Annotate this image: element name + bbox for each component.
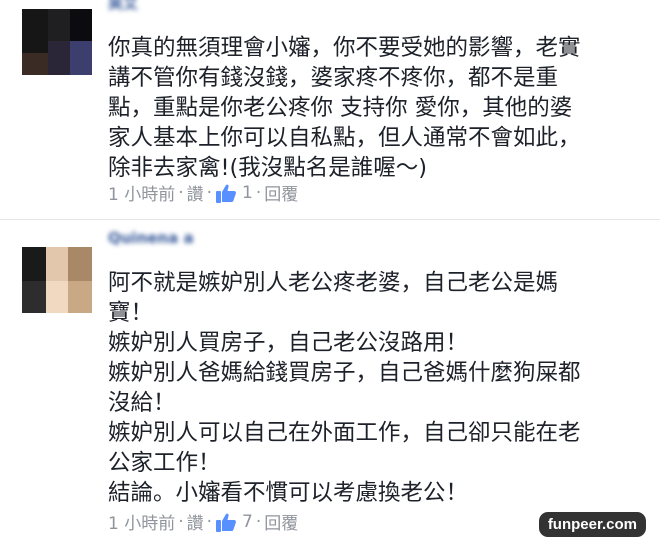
like-count: 7 bbox=[242, 511, 253, 532]
avatar[interactable] bbox=[22, 247, 92, 313]
avatar[interactable] bbox=[22, 9, 92, 75]
comment-line: 點，重點是你老公疼你 支持你 愛你，其他的婆 bbox=[108, 95, 573, 121]
thumbs-up-icon[interactable] bbox=[215, 511, 237, 533]
comment-meta: 1 小時前 · 讚 · 7 · 回覆 bbox=[108, 509, 298, 535]
like-link[interactable]: 讚 bbox=[187, 509, 204, 534]
comment-1: 吴艾 你真的無須理會小嬸，你不要受她的影響，老實 講不管你有錢沒錢，婆家疼不疼你… bbox=[0, 0, 660, 212]
comment-meta: 1 小時前 · 讚 · 1 · 回覆 bbox=[108, 180, 298, 206]
comment-line: 公家工作！ bbox=[108, 450, 221, 476]
comment-line: 嫉妒別人買房子，自己老公沒路用！ bbox=[108, 330, 469, 356]
meta-separator: · bbox=[255, 182, 262, 203]
comment-2: Quinena a 阿不就是嫉妒別人老公疼老婆，自己老公是媽 寶！ 嫉妒別人買房… bbox=[0, 226, 660, 544]
comment-line: 嫉妒別人可以自己在外面工作，自己卻只能在老 bbox=[108, 420, 581, 446]
like-count: 1 bbox=[242, 182, 253, 203]
like-link[interactable]: 讚 bbox=[187, 180, 204, 205]
comment-line: 結論。小嬸看不慣可以考慮換老公！ bbox=[108, 480, 469, 506]
comment-line: 你真的無須理會小嬸，你不要受她的影響，老實 bbox=[108, 35, 581, 61]
reply-link[interactable]: 回覆 bbox=[264, 180, 298, 205]
meta-separator: · bbox=[206, 182, 213, 203]
comment-author[interactable]: 吴艾 bbox=[108, 0, 138, 13]
comment-time[interactable]: 1 小時前 bbox=[108, 180, 175, 205]
thumbs-up-icon[interactable] bbox=[215, 182, 237, 204]
comment-line: 阿不就是嫉妒別人老公疼老婆，自己老公是媽 bbox=[108, 270, 559, 296]
comment-line: 寶！ bbox=[108, 300, 154, 326]
meta-separator: · bbox=[255, 511, 262, 532]
comment-author[interactable]: Quinena a bbox=[108, 229, 194, 247]
comment-line: 沒給！ bbox=[108, 390, 176, 416]
comment-line: 家人基本上你可以自私點，但人通常不會如此， bbox=[108, 125, 581, 151]
comment-text: 你真的無須理會小嬸，你不要受她的影響，老實 講不管你有錢沒錢，婆家疼不疼你，都不… bbox=[108, 33, 581, 183]
comment-divider bbox=[0, 219, 660, 220]
comment-line: 嫉妒別人爸媽給錢買房子，自己爸媽什麼狗屎都 bbox=[108, 360, 581, 386]
comment-line: 除非去家禽!(我沒點名是誰喔～) bbox=[108, 155, 428, 181]
comment-text: 阿不就是嫉妒別人老公疼老婆，自己老公是媽 寶！ 嫉妒別人買房子，自己老公沒路用！… bbox=[108, 268, 581, 508]
reply-link[interactable]: 回覆 bbox=[264, 509, 298, 534]
watermark-badge: funpeer.com bbox=[538, 512, 646, 537]
meta-separator: · bbox=[206, 511, 213, 532]
meta-separator: · bbox=[178, 511, 184, 532]
meta-separator: · bbox=[178, 182, 184, 203]
comment-line: 講不管你有錢沒錢，婆家疼不疼你，都不是重 bbox=[108, 65, 559, 91]
comment-time[interactable]: 1 小時前 bbox=[108, 509, 175, 534]
